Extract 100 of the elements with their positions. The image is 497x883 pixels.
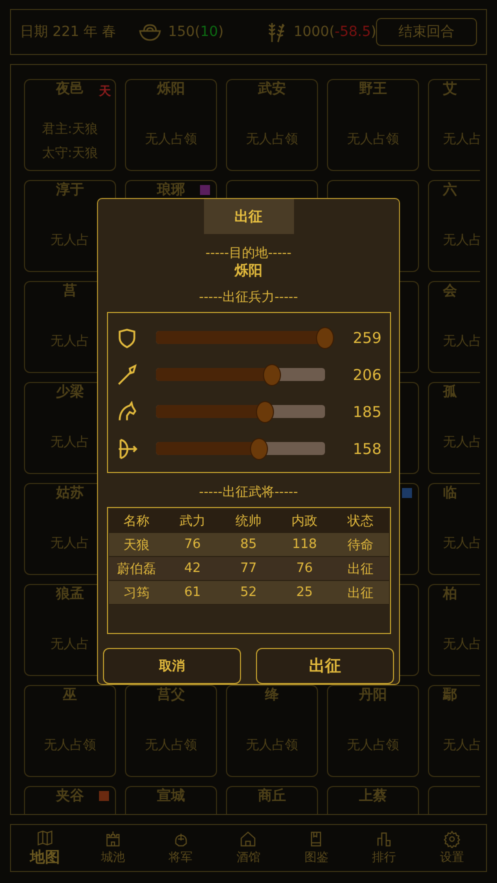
section-heading: -----出征兵力----- [199,289,298,306]
castle-icon [104,830,122,848]
city-card[interactable]: 烁阳 无人占领 [125,79,217,171]
grain-amount: 1000(-58.5) [294,24,376,40]
city-name: 丹阳 [359,688,387,702]
troop-count: 206 [352,366,382,384]
table-cell-text: 出征 [346,584,374,602]
city-name: 琅琊 [157,183,185,197]
nav-tab[interactable]: 酒馆 [223,830,274,866]
bar-chart-icon [375,830,394,848]
city-name: 莒 [63,284,77,298]
city-card[interactable]: 绛 无人占领 [226,685,318,777]
end-turn-button[interactable]: 结束回合 [376,18,477,46]
city-name: 六 [443,183,457,197]
table-cell-text: 76 [183,537,202,552]
city-info: 君主:天狼 [42,121,98,138]
ingot-amount: 150(10) [168,24,224,40]
city-name: 艾 [443,82,457,96]
troop-count: 158 [352,440,382,458]
city-name: 夹谷 [56,789,84,803]
date-label: 日期 221 年 春 [20,23,116,41]
settings-icon [442,830,461,848]
city-info: 无人占领 [145,131,197,148]
destination-name: 烁阳 [234,262,262,280]
table-cell-text: 118 [291,537,318,552]
city-name: 莒父 [157,688,185,702]
column-header: 内政 [290,512,318,530]
city-name: 烁阳 [157,82,185,96]
table-cell-text: 52 [239,585,258,600]
troop-count: 185 [352,402,382,421]
column-header: 武力 [178,512,206,530]
table-cell-text: 42 [183,561,202,576]
section-heading: -----目的地----- [206,245,292,262]
city-card[interactable]: 莒父 无人占领 [125,685,217,777]
city-name: 野王 [359,82,387,96]
table-cell-text: 77 [239,561,258,576]
city-name: 上蔡 [359,789,387,803]
city-info: 无人占 [50,535,90,552]
city-card[interactable]: 夜邑 天 君主:天狼 太守:天狼 [24,79,116,171]
column-header: 状态 [346,512,374,530]
nav-tab[interactable]: 地图 [20,829,70,867]
city-info: 无人占 [50,636,90,653]
table-cell-text: 习筠 [122,584,150,602]
city-name: 商丘 [258,789,286,803]
cancel-button[interactable]: 取消 [103,648,241,684]
city-card[interactable]: 商丘 [226,786,318,814]
faction-label: 天 [99,83,111,100]
city-card[interactable]: 丹阳 无人占领 [327,685,419,777]
city-name: 鄢 [443,688,457,702]
table-cell-text: 25 [295,585,314,600]
troop-count: 259 [352,328,382,347]
table-cell-text: 蔚伯磊 [116,560,157,578]
city-name: 柏 [443,587,457,601]
confirm-button[interactable]: 出征 [256,648,394,684]
nav-tab[interactable]: 设置 [426,830,477,866]
house-icon [239,830,258,848]
nav-tab[interactable]: 将军 [156,830,206,866]
city-info: 无人占领 [347,131,399,148]
spear-icon [116,364,138,386]
city-card[interactable]: 宣城 [125,786,217,814]
dialog-tab[interactable]: 出征 [204,199,294,234]
city-name: 武安 [258,82,286,96]
city-name: 巫 [63,688,77,702]
table-cell-text: 待命 [346,536,374,554]
city-card[interactable]: 巫 无人占领 [24,685,116,777]
city-name: 夜邑 [56,82,84,96]
nav-tab[interactable]: 图鉴 [291,830,342,866]
city-info: 无人占 [50,232,90,249]
table-cell-text: 85 [239,537,258,552]
city-name: 姑苏 [56,486,84,500]
city-card[interactable]: 武安 无人占领 [226,79,318,171]
nav-tab[interactable]: 排行 [359,830,410,866]
nav-tab[interactable]: 城池 [88,830,138,866]
city-name: 少梁 [56,385,84,399]
city-card[interactable]: 野王 无人占领 [327,79,419,171]
city-info: 无人占领 [145,737,197,754]
city-info: 太守:天狼 [42,145,98,162]
city-name: 淳于 [56,183,84,197]
section-heading: -----出征武将----- [199,484,298,502]
city-info: 无人占领 [246,737,298,754]
table-cell-text: 76 [295,561,314,576]
table-cell-text: 出征 [346,560,374,578]
column-header: 名称 [122,512,150,530]
city-info: 无人占 [50,434,90,451]
city-info: 无人占领 [246,131,298,148]
city-info: 无人占领 [347,737,399,754]
city-card[interactable]: 上蔡 [327,786,419,814]
city-name: 宣城 [157,789,185,803]
horse-head-icon [116,400,138,423]
table-cell-text: 天狼 [122,536,150,554]
city-name: 临 [443,486,457,500]
city-name: 狼孟 [56,587,84,601]
city-card[interactable]: 夹谷 [24,786,116,814]
city-name: 孤 [443,385,457,399]
city-name: 绛 [265,688,279,702]
city-name: 会 [443,284,457,298]
map-icon [36,829,54,847]
table-cell-text: 61 [183,585,202,600]
column-header: 统帅 [234,512,262,530]
city-info: 无人占领 [44,737,96,754]
